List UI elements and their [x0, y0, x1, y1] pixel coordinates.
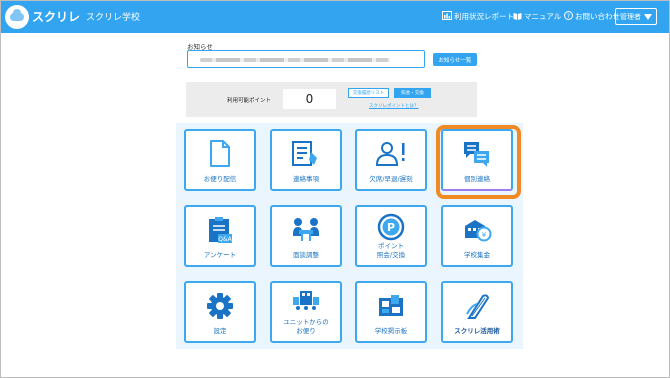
menu-tile-points[interactable]: P ポイント 照会/交換 — [355, 205, 427, 267]
admin-menu-button[interactable]: 管理者 — [615, 8, 657, 25]
caret-down-icon — [644, 13, 652, 20]
blurred-notice-text — [200, 58, 390, 62]
menu-tile-settings[interactable]: 設定 — [184, 281, 256, 343]
menu-label: 欠席/早退/遅刻 — [369, 175, 413, 184]
gear-icon — [186, 292, 254, 320]
menu-label: スクリレ活用術 — [454, 327, 500, 336]
manual-label: マニュアル — [524, 12, 562, 21]
usage-report-label: 利用状況レポート — [454, 12, 514, 21]
menu-tile-absence[interactable]: 欠席/早退/遅刻 — [355, 129, 427, 191]
menu-tile-fees[interactable]: ¥ 学校集金 — [441, 205, 513, 267]
contact-link[interactable]: ? お問い合わせ — [564, 11, 620, 22]
menu-tile-interview[interactable]: 面談調整 — [270, 205, 342, 267]
menu-tile-guide[interactable]: スクリレ活用術 — [441, 281, 513, 343]
usage-report-link[interactable]: 利用状況レポート — [442, 11, 514, 22]
school-name: スクリレ学校 — [86, 13, 141, 23]
notice-list-button[interactable]: お知らせ一覧 — [433, 53, 477, 66]
menu-tile-survey[interactable]: Q&A アンケート — [184, 205, 256, 267]
contact-label: お問い合わせ — [575, 12, 620, 21]
points-info-link[interactable]: スクリレポイントとは？ — [369, 103, 419, 109]
admin-label: 管理者 — [620, 12, 641, 21]
help-icon: ? — [564, 11, 573, 22]
bulletin-board-icon — [357, 292, 425, 319]
menu-tile-board[interactable]: 学校掲示板 — [355, 281, 427, 343]
meeting-icon — [272, 216, 340, 242]
document-icon — [186, 140, 254, 167]
exchange-history-button[interactable]: 交換履歴リスト — [348, 88, 389, 98]
menu-label: お便り配信 — [203, 175, 237, 184]
menu-tile-contact[interactable]: 連絡事項 — [270, 129, 342, 191]
svg-text:¥: ¥ — [482, 231, 487, 239]
menu-label: 連絡事項 — [293, 175, 319, 184]
menu-label: 設定 — [213, 327, 227, 336]
brand-name[interactable]: スクリレ — [32, 8, 80, 25]
book-icon — [513, 12, 522, 22]
person-alert-icon — [357, 140, 425, 167]
notice-ticker[interactable] — [187, 50, 425, 68]
svg-text:P: P — [387, 221, 395, 234]
svg-text:?: ? — [567, 13, 570, 20]
top-header: スクリレ スクリレ学校 利用状況レポート マニュアル ? お問い合わせ 管理者 — [1, 1, 669, 33]
manual-link[interactable]: マニュアル — [513, 11, 561, 22]
menu-label: 学校掲示板 — [374, 327, 408, 336]
points-label: 利用可能ポイント — [227, 98, 272, 104]
clipboard-pen-icon — [272, 140, 340, 167]
report-icon — [442, 11, 452, 22]
menu-tile-unit[interactable]: ユニットからの お便り — [270, 281, 342, 343]
points-value: 0 — [283, 89, 336, 109]
logo-icon[interactable] — [5, 5, 29, 29]
menu-label: 面談調整 — [293, 251, 319, 260]
survey-board-icon: Q&A — [186, 216, 254, 244]
app-window: スクリレ スクリレ学校 利用状況レポート マニュアル ? お問い合わせ 管理者 … — [0, 0, 670, 378]
menu-label: ユニットからの お便り — [283, 318, 329, 336]
guide-book-icon — [443, 292, 511, 320]
community-icon — [272, 289, 340, 313]
exchange-button[interactable]: 照会・交換 — [394, 88, 431, 98]
point-coin-icon: P — [357, 213, 425, 241]
menu-tile-delivery[interactable]: お便り配信 — [184, 129, 256, 191]
menu-label: アンケート — [203, 251, 237, 260]
svg-text:Q&A: Q&A — [218, 236, 232, 243]
points-panel: 利用可能ポイント 0 交換履歴リスト 照会・交換 スクリレポイントとは？ — [186, 82, 477, 117]
focus-highlight — [436, 125, 521, 199]
school-fee-icon: ¥ — [443, 216, 511, 244]
menu-label: 学校集金 — [464, 251, 490, 260]
menu-label: ポイント 照会/交換 — [376, 242, 406, 260]
